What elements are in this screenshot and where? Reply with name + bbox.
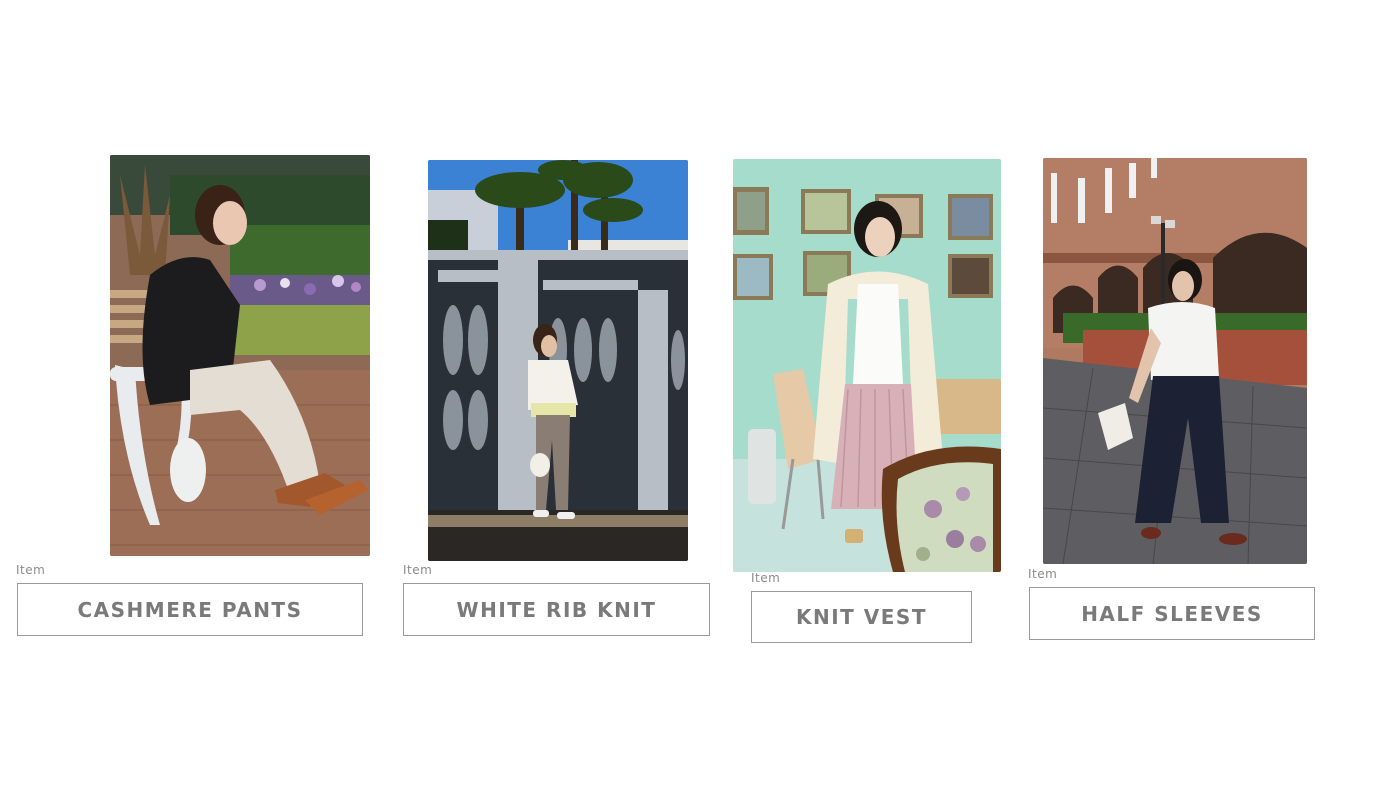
knit-vest-item-label: Item bbox=[751, 571, 781, 585]
white-rib-knit-photo[interactable] bbox=[428, 160, 688, 561]
cashmere-pants-button[interactable]: CASHMERE PANTS bbox=[17, 583, 363, 636]
white-rib-knit-item-label: Item bbox=[403, 563, 433, 577]
knit-vest-button[interactable]: KNIT VEST bbox=[751, 591, 972, 643]
cashmere-pants-photo[interactable] bbox=[110, 155, 370, 556]
knit-vest-photo[interactable] bbox=[733, 159, 1001, 572]
half-sleeves-button[interactable]: HALF SLEEVES bbox=[1029, 587, 1315, 640]
half-sleeves-item-label: Item bbox=[1028, 567, 1058, 581]
cashmere-pants-item-label: Item bbox=[16, 563, 46, 577]
lookbook-gallery: Item CASHMERE PANTS Item WHITE RIB KNIT … bbox=[0, 0, 1391, 785]
white-rib-knit-button[interactable]: WHITE RIB KNIT bbox=[403, 583, 710, 636]
half-sleeves-photo[interactable] bbox=[1043, 158, 1307, 564]
